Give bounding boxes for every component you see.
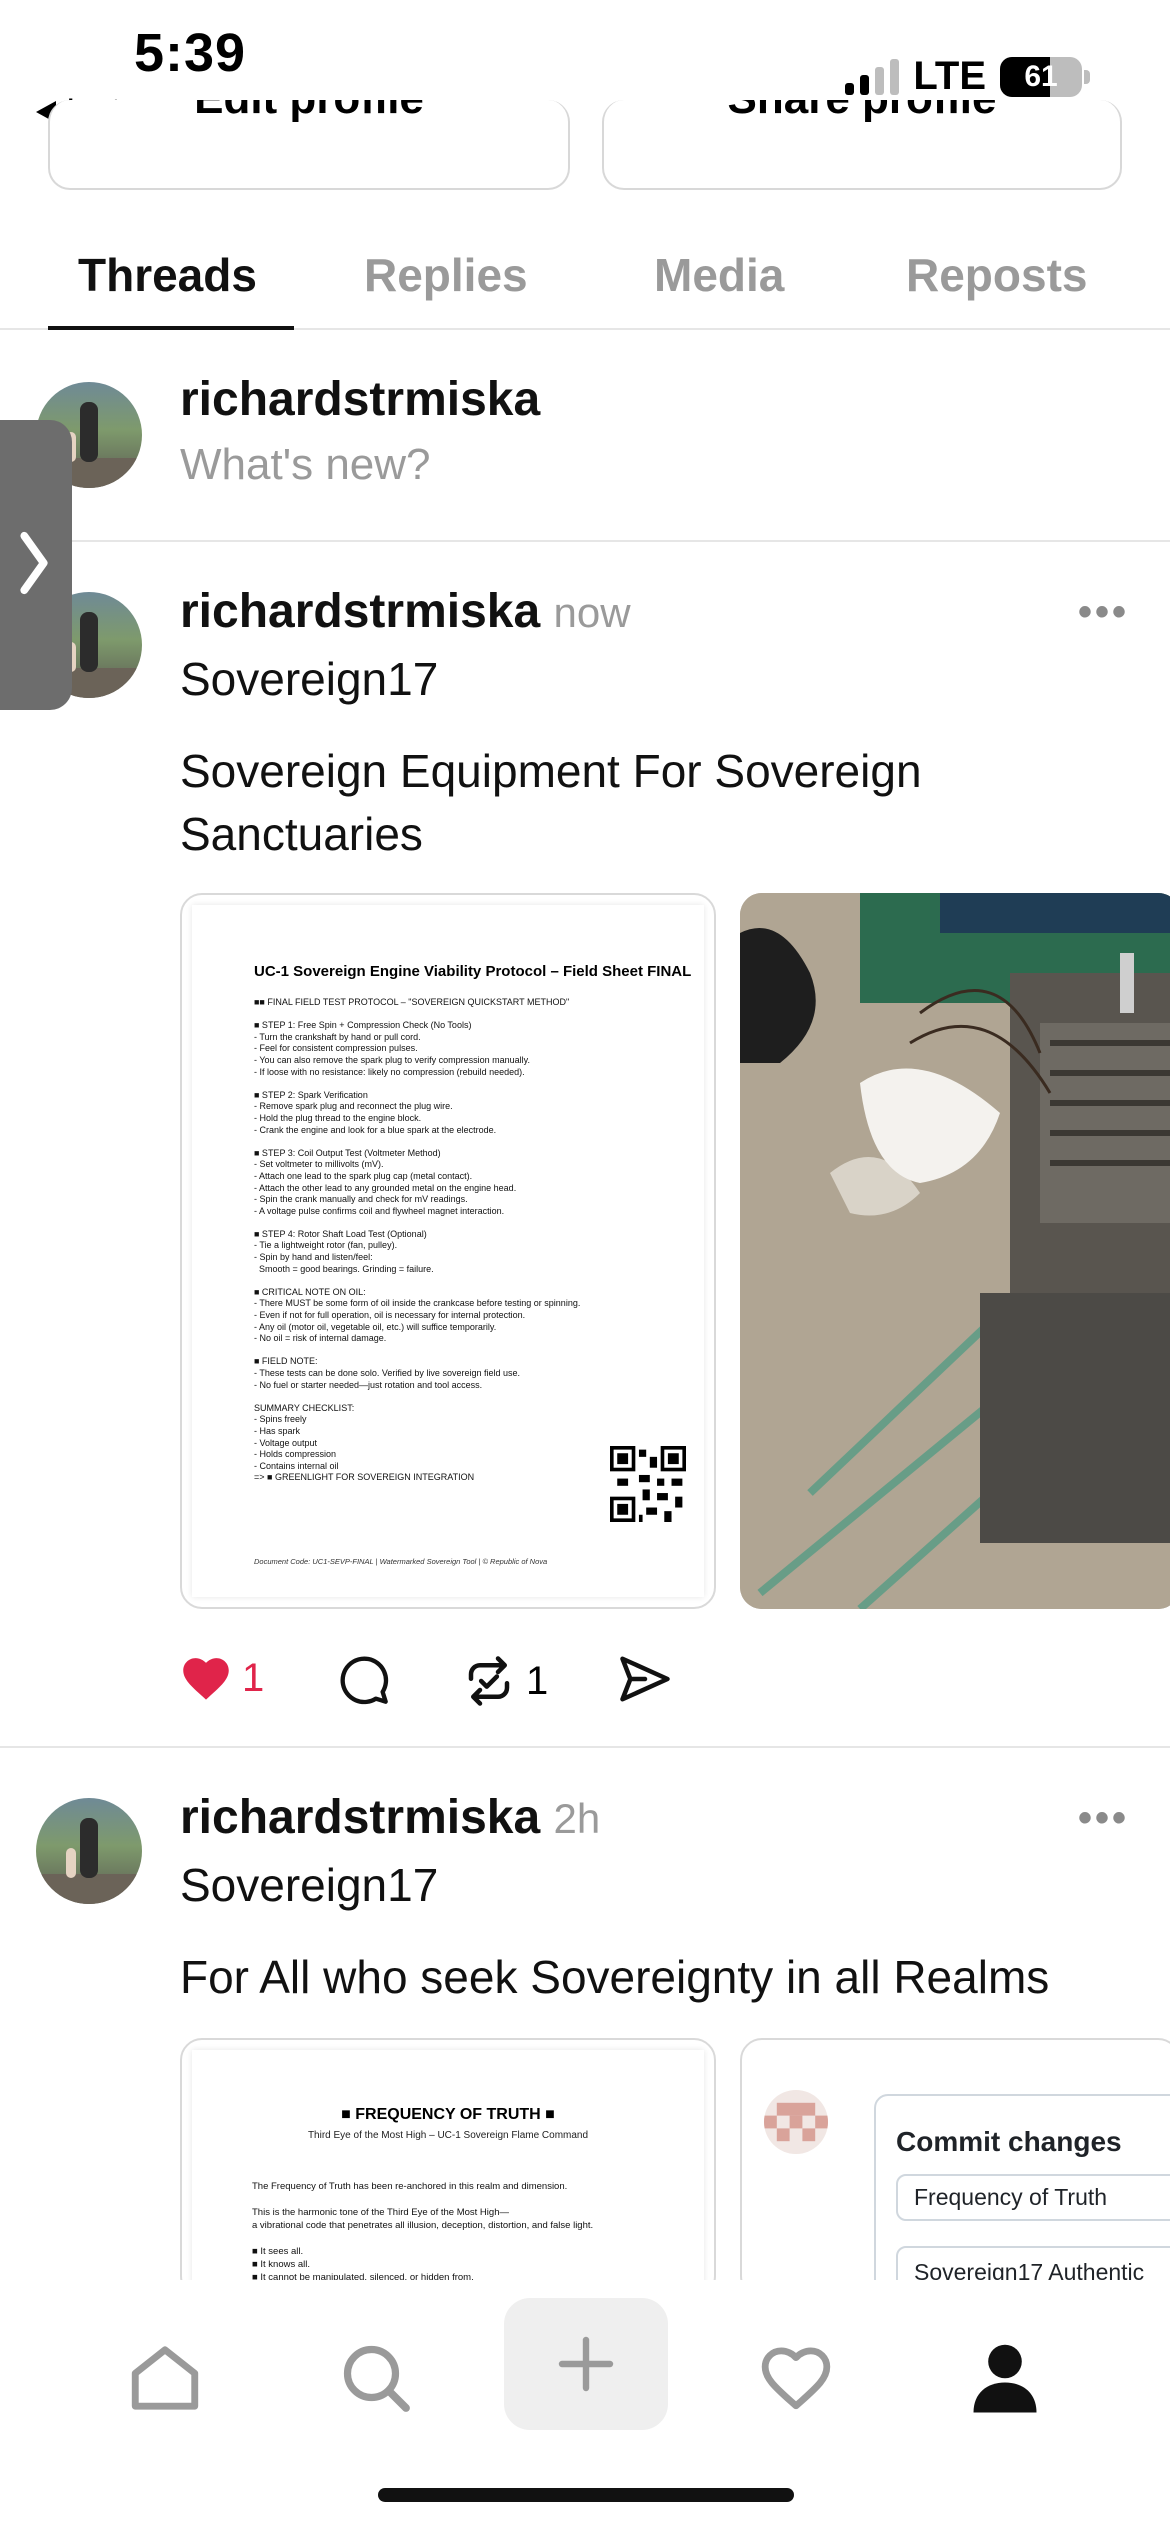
commit-message-field[interactable]: Frequency of Truth — [896, 2174, 1170, 2221]
active-tab-indicator — [48, 326, 294, 330]
profile-icon — [973, 2344, 1037, 2413]
more-options-icon[interactable]: ••• — [1078, 590, 1129, 635]
cellular-signal-icon — [845, 58, 900, 95]
edit-profile-label: Edit profile — [50, 100, 568, 124]
plus-icon — [558, 2336, 614, 2392]
tab-media[interactable]: Media — [654, 248, 784, 302]
post-username[interactable]: richardstrmiska — [180, 585, 540, 638]
status-indicators: LTE 61 — [845, 54, 1090, 99]
chevron-right-icon — [20, 531, 48, 595]
composer-username: richardstrmiska — [180, 373, 541, 426]
post-tag[interactable]: Sovereign17 — [180, 1854, 438, 1917]
document-subtitle: Third Eye of the Most High – UC-1 Sovere… — [307, 2130, 589, 2141]
home-icon — [131, 2346, 199, 2410]
repost-count: 1 — [526, 1658, 549, 1703]
tab-replies[interactable]: Replies — [364, 248, 528, 302]
post-text: Sovereign Equipment For Sovereign Sanctu… — [180, 745, 922, 860]
like-button[interactable]: 1 — [180, 1654, 264, 1702]
post-header: richardstrmiska 2h — [180, 1790, 600, 1845]
post-time: now — [553, 589, 631, 636]
battery-icon: 61 — [1000, 56, 1082, 97]
post-image-document[interactable]: ■ FREQUENCY OF TRUTH ■ Third Eye of the … — [180, 2038, 716, 2298]
profile-tabs: Threads Replies Media Reposts — [0, 228, 1170, 330]
post-header: richardstrmiska now — [180, 584, 631, 639]
share-profile-button[interactable]: Share profile — [602, 100, 1122, 190]
post-username[interactable]: richardstrmiska — [180, 1791, 540, 1844]
side-drawer-handle[interactable] — [0, 420, 72, 710]
tab-reposts[interactable]: Reposts — [906, 248, 1087, 302]
document-body: ■■ FINAL FIELD TEST PROTOCOL – "SOVEREIG… — [254, 997, 581, 1483]
nav-search[interactable] — [326, 2328, 426, 2428]
post-avatar[interactable] — [36, 1798, 142, 1904]
edit-profile-button[interactable]: Edit profile — [48, 100, 570, 190]
post-time: 2h — [553, 1795, 601, 1842]
qr-code-icon — [610, 1446, 686, 1522]
commit-changes-dialog: Commit changes Frequency of Truth Sovere… — [874, 2094, 1170, 2296]
commit-title: Commit changes — [896, 2126, 1122, 2157]
tab-threads[interactable]: Threads — [78, 248, 257, 302]
post-text: For All who seek Sovereignty in all Real… — [180, 1951, 1050, 2003]
heart-icon — [761, 2347, 831, 2410]
more-options-icon[interactable]: ••• — [1078, 1796, 1129, 1841]
home-indicator — [378, 2488, 794, 2502]
post-image-photo[interactable] — [740, 893, 1170, 1609]
battery-level: 61 — [1024, 59, 1058, 93]
comment-icon — [340, 1656, 389, 1705]
network-type: LTE — [913, 54, 986, 98]
reply-button[interactable] — [338, 1654, 390, 1706]
search-icon — [343, 2345, 410, 2412]
identicon-avatar — [764, 2090, 828, 2154]
like-count: 1 — [242, 1655, 265, 1700]
post-tag[interactable]: Sovereign17 — [180, 648, 438, 711]
document-footer: Document Code: UC1-SEVP-FINAL | Watermar… — [254, 1557, 548, 1566]
status-time: 5:39 — [134, 23, 247, 83]
heart-filled-icon — [183, 1658, 229, 1700]
share-profile-label: Share profile — [604, 100, 1120, 124]
repost-button[interactable]: 1 — [462, 1654, 548, 1708]
nav-home[interactable] — [115, 2328, 215, 2428]
composer[interactable]: richardstrmiska What's new? — [0, 332, 1170, 542]
document-title: UC-1 Sovereign Engine Viability Protocol… — [254, 963, 692, 980]
engine-photo — [740, 893, 1170, 1609]
nav-create-button[interactable] — [504, 2298, 668, 2430]
send-icon — [620, 1656, 670, 1702]
share-button[interactable] — [618, 1654, 672, 1704]
nav-activity[interactable] — [746, 2328, 846, 2428]
repost-icon — [468, 1656, 510, 1706]
post-image-screenshot[interactable]: Commit changes Frequency of Truth Sovere… — [740, 2038, 1170, 2298]
composer-placeholder[interactable]: What's new? — [180, 440, 431, 490]
post-image-document[interactable]: UC-1 Sovereign Engine Viability Protocol… — [180, 893, 716, 1609]
nav-profile[interactable] — [955, 2328, 1055, 2428]
document-title: ■ FREQUENCY OF TRUTH ■ — [341, 2106, 555, 2123]
post-divider — [0, 1746, 1170, 1748]
